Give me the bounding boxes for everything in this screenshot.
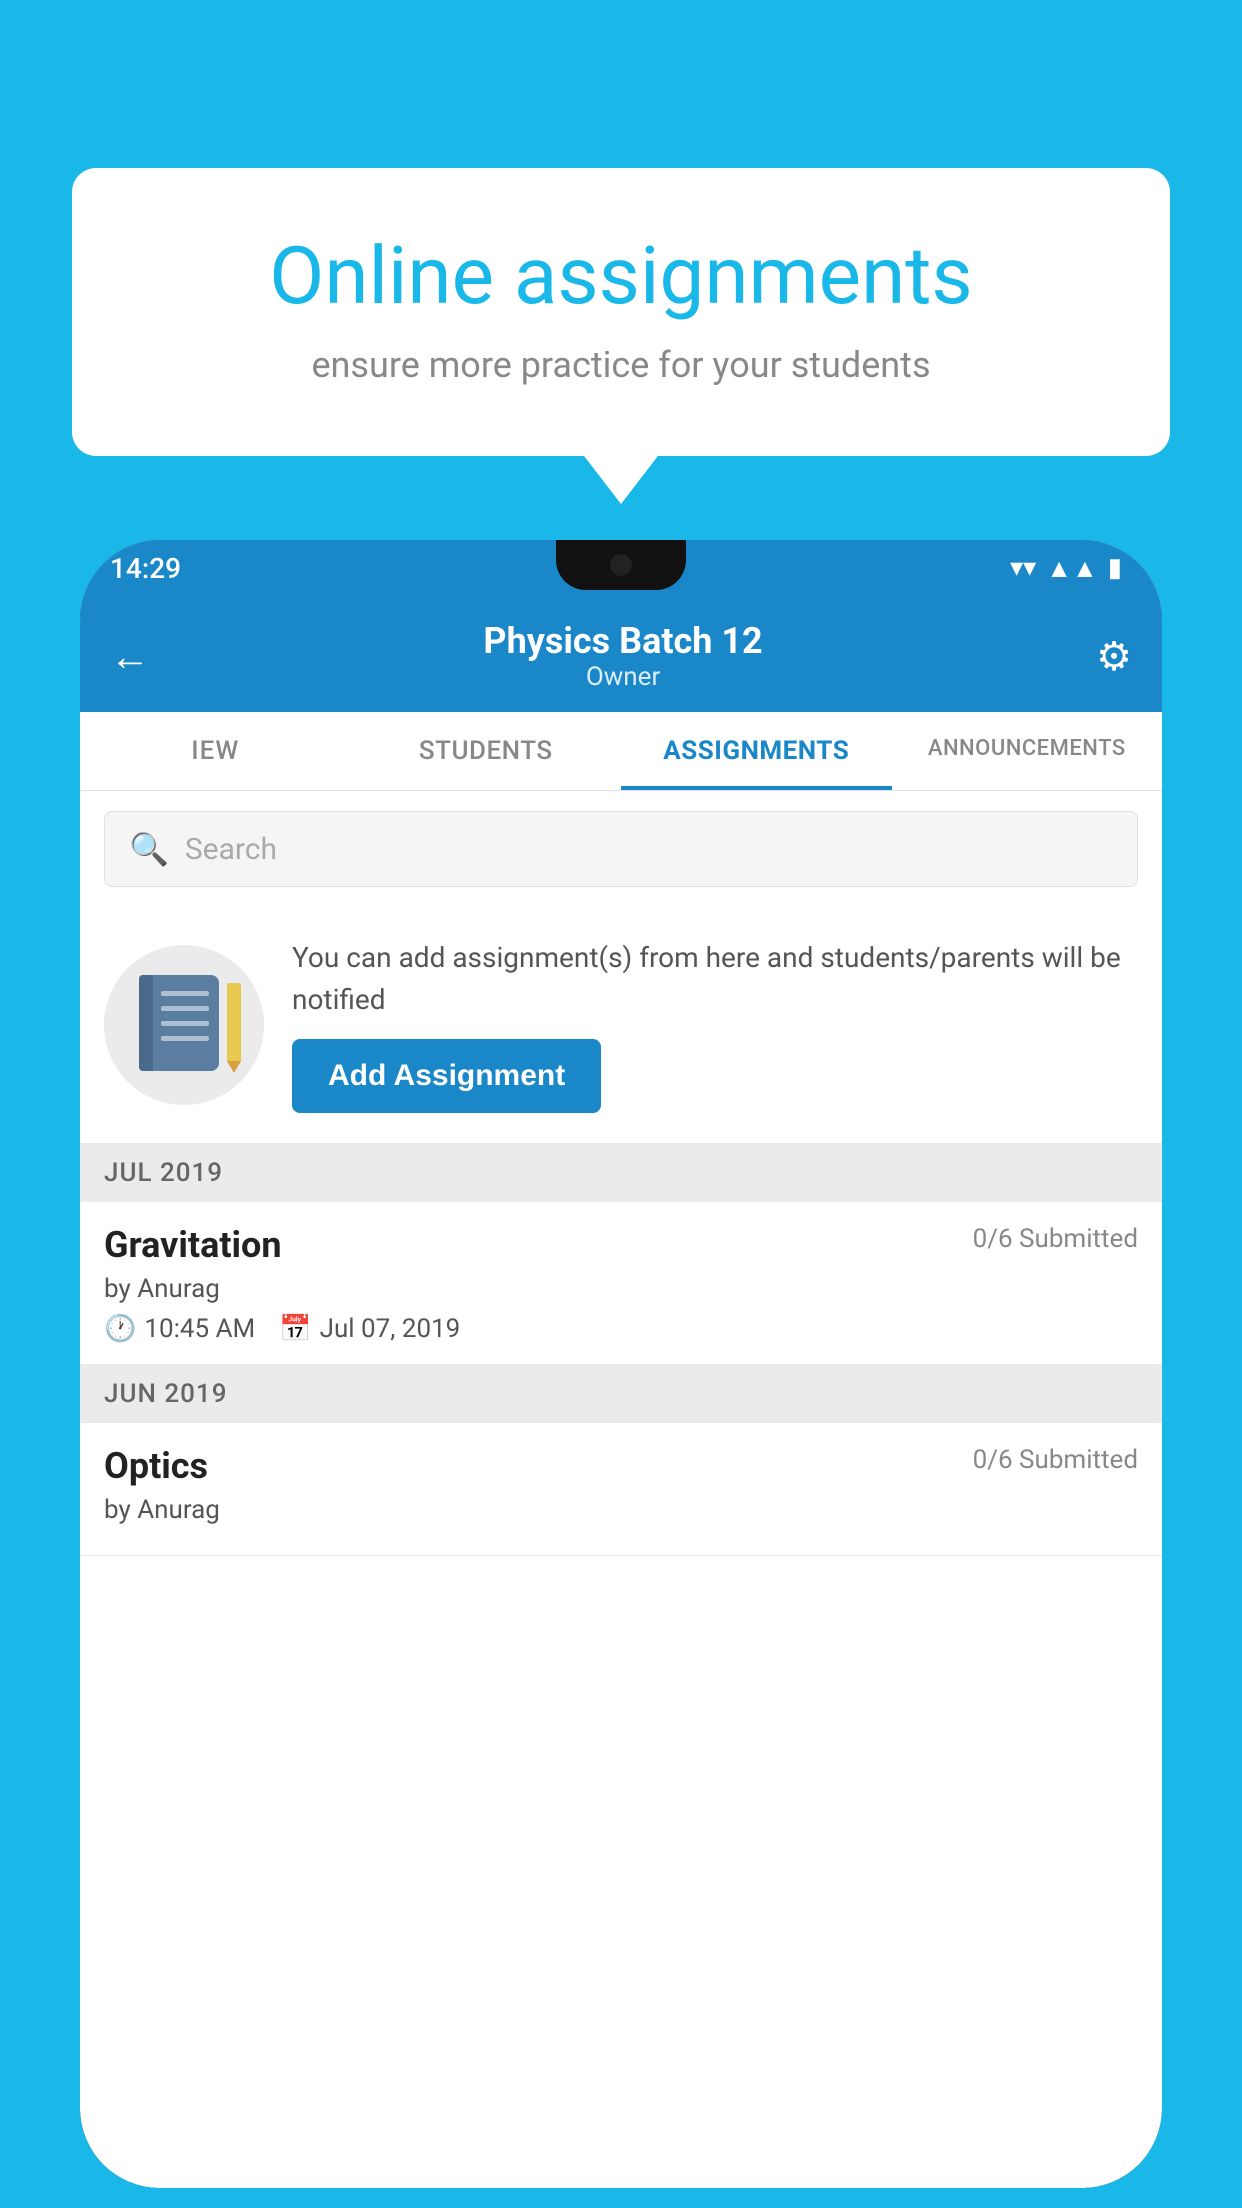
bubble-subtitle: ensure more practice for your students <box>152 344 1090 386</box>
speech-bubble: Online assignments ensure more practice … <box>72 168 1170 456</box>
phone-notch <box>556 540 686 590</box>
search-bar[interactable]: 🔍 Search <box>104 811 1138 887</box>
assignment-top: Gravitation 0/6 Submitted <box>104 1224 1138 1266</box>
notebook-line-2 <box>161 1006 209 1011</box>
meta-date-value: Jul 07, 2019 <box>320 1314 461 1344</box>
assignment-item-optics[interactable]: Optics 0/6 Submitted by Anurag <box>80 1423 1162 1556</box>
signal-icon: ▲▲ <box>1046 553 1097 584</box>
add-assignment-text-area: You can add assignment(s) from here and … <box>292 937 1138 1113</box>
notebook-line-3 <box>161 1021 209 1026</box>
tab-students[interactable]: STUDENTS <box>351 712 622 790</box>
tab-announcements[interactable]: ANNOUNCEMENTS <box>892 712 1163 790</box>
notebook-lines <box>161 991 209 1041</box>
header-center: Physics Batch 12 Owner <box>150 620 1096 692</box>
status-icons: ▾▾ ▲▲ ▮ <box>1010 553 1122 584</box>
assignment-name-optics: Optics <box>104 1445 208 1487</box>
battery-icon: ▮ <box>1108 553 1122 583</box>
search-icon: 🔍 <box>129 830 169 868</box>
notebook-line-4 <box>161 1036 209 1041</box>
tab-overview[interactable]: IEW <box>80 712 351 790</box>
add-assignment-section: You can add assignment(s) from here and … <box>80 907 1162 1144</box>
search-placeholder: Search <box>185 832 277 867</box>
back-button[interactable]: ← <box>110 633 150 680</box>
tabs-row: IEW STUDENTS ASSIGNMENTS ANNOUNCEMENTS <box>80 712 1162 791</box>
notebook-icon-circle <box>104 945 264 1105</box>
assignment-name: Gravitation <box>104 1224 282 1266</box>
calendar-icon: 📅 <box>279 1314 311 1344</box>
assignment-item-gravitation[interactable]: Gravitation 0/6 Submitted by Anurag 🕐 10… <box>80 1202 1162 1365</box>
month-header-jun: JUN 2019 <box>80 1365 1162 1423</box>
notebook-spine <box>139 975 153 1071</box>
assignment-submitted: 0/6 Submitted <box>973 1224 1138 1254</box>
phone-screen: 14:29 ▾▾ ▲▲ ▮ ← Physics Batch 12 Owner ⚙… <box>80 540 1162 2188</box>
pencil-icon <box>227 983 241 1063</box>
scroll-content: 🔍 Search <box>80 791 1162 2188</box>
meta-time-value: 10:45 AM <box>144 1314 255 1344</box>
search-bar-wrap: 🔍 Search <box>80 791 1162 907</box>
meta-date: 📅 Jul 07, 2019 <box>279 1314 460 1344</box>
settings-icon[interactable]: ⚙ <box>1096 633 1132 680</box>
notebook-icon <box>139 975 229 1075</box>
owner-label: Owner <box>150 662 1096 692</box>
pencil-tip <box>227 1061 241 1073</box>
assignment-by-optics: by Anurag <box>104 1495 1138 1525</box>
add-assignment-button[interactable]: Add Assignment <box>292 1039 601 1113</box>
status-time: 14:29 <box>110 552 181 585</box>
assignment-top-optics: Optics 0/6 Submitted <box>104 1445 1138 1487</box>
add-assignment-description: You can add assignment(s) from here and … <box>292 937 1138 1021</box>
tab-assignments[interactable]: ASSIGNMENTS <box>621 712 892 790</box>
month-header-jul: JUL 2019 <box>80 1144 1162 1202</box>
notebook-line-1 <box>161 991 209 996</box>
camera-dot <box>610 554 632 576</box>
phone-frame: 14:29 ▾▾ ▲▲ ▮ ← Physics Batch 12 Owner ⚙… <box>80 540 1162 2188</box>
batch-title: Physics Batch 12 <box>150 620 1096 662</box>
meta-time: 🕐 10:45 AM <box>104 1314 255 1344</box>
assignment-meta: 🕐 10:45 AM 📅 Jul 07, 2019 <box>104 1314 1138 1344</box>
bubble-title: Online assignments <box>152 228 1090 324</box>
assignment-submitted-optics: 0/6 Submitted <box>973 1445 1138 1475</box>
assignment-by: by Anurag <box>104 1274 1138 1304</box>
clock-icon: 🕐 <box>104 1314 136 1344</box>
wifi-icon: ▾▾ <box>1010 553 1036 583</box>
notebook-book <box>139 975 219 1071</box>
app-header: ← Physics Batch 12 Owner ⚙ <box>80 596 1162 712</box>
